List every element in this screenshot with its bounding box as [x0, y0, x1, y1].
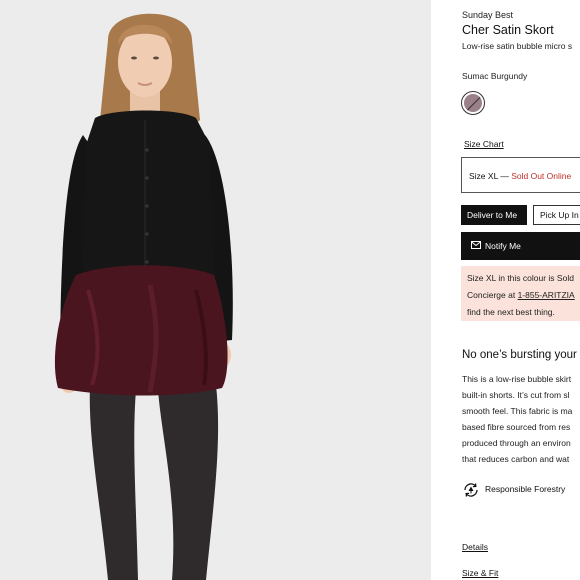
model-illustration — [0, 0, 431, 580]
product-details-panel: Sunday Best Cher Satin Skort Low-rise sa… — [431, 0, 580, 580]
colour-name: Sumac Burgundy — [462, 71, 528, 81]
size-selector[interactable]: Size XL — Sold Out Online — [461, 157, 580, 193]
concierge-phone-link[interactable]: 1-855-ARITZIA — [518, 290, 575, 300]
size-and-fit-link[interactable]: Size & Fit — [462, 568, 498, 578]
swatch-fill — [464, 94, 482, 112]
description-headline: No one’s bursting your — [462, 349, 577, 361]
sold-out-notice: Size XL in this colour is Sold Concierge… — [461, 266, 580, 321]
description-body: This is a low-rise bubble skirt built-in… — [462, 371, 572, 467]
size-separator: — — [497, 171, 512, 181]
notice-concierge-text: Concierge at — [467, 290, 518, 300]
deliver-to-me-button[interactable]: Deliver to Me — [461, 205, 527, 225]
selected-size: Size XL — [469, 171, 498, 181]
details-link[interactable]: Details — [462, 542, 488, 552]
notify-me-button[interactable]: Notify Me — [461, 232, 580, 260]
product-brand[interactable]: Sunday Best — [462, 10, 513, 20]
product-image[interactable] — [0, 0, 431, 580]
notify-me-label: Notify Me — [485, 241, 521, 251]
responsible-forestry-icon — [464, 483, 478, 497]
mail-icon — [471, 241, 481, 249]
product-name: Cher Satin Skort — [462, 23, 554, 37]
size-chart-link[interactable]: Size Chart — [464, 139, 504, 149]
description-line: built-in shorts. It’s cut from sl — [462, 390, 570, 400]
description-line: produced through an environ — [462, 438, 571, 448]
notice-line-1: Size XL in this colour is Sold — [467, 273, 574, 283]
notice-line-3: find the next best thing. — [467, 307, 555, 317]
description-line: This is a low-rise bubble skirt — [462, 374, 572, 384]
description-line: that reduces carbon and wat — [462, 454, 570, 464]
description-line: based fibre sourced from res — [462, 422, 571, 432]
notice-line-2: Concierge at 1-855-ARITZIA — [467, 287, 580, 304]
size-status: Sold Out Online — [511, 171, 572, 181]
colour-swatch-sumac-burgundy[interactable] — [461, 91, 485, 115]
product-subtitle: Low-rise satin bubble micro s — [462, 41, 573, 51]
pick-up-in-store-button[interactable]: Pick Up In — [533, 205, 580, 225]
description-line: smooth feel. This fabric is ma — [462, 406, 573, 416]
responsible-forestry-label: Responsible Forestry — [485, 484, 566, 494]
